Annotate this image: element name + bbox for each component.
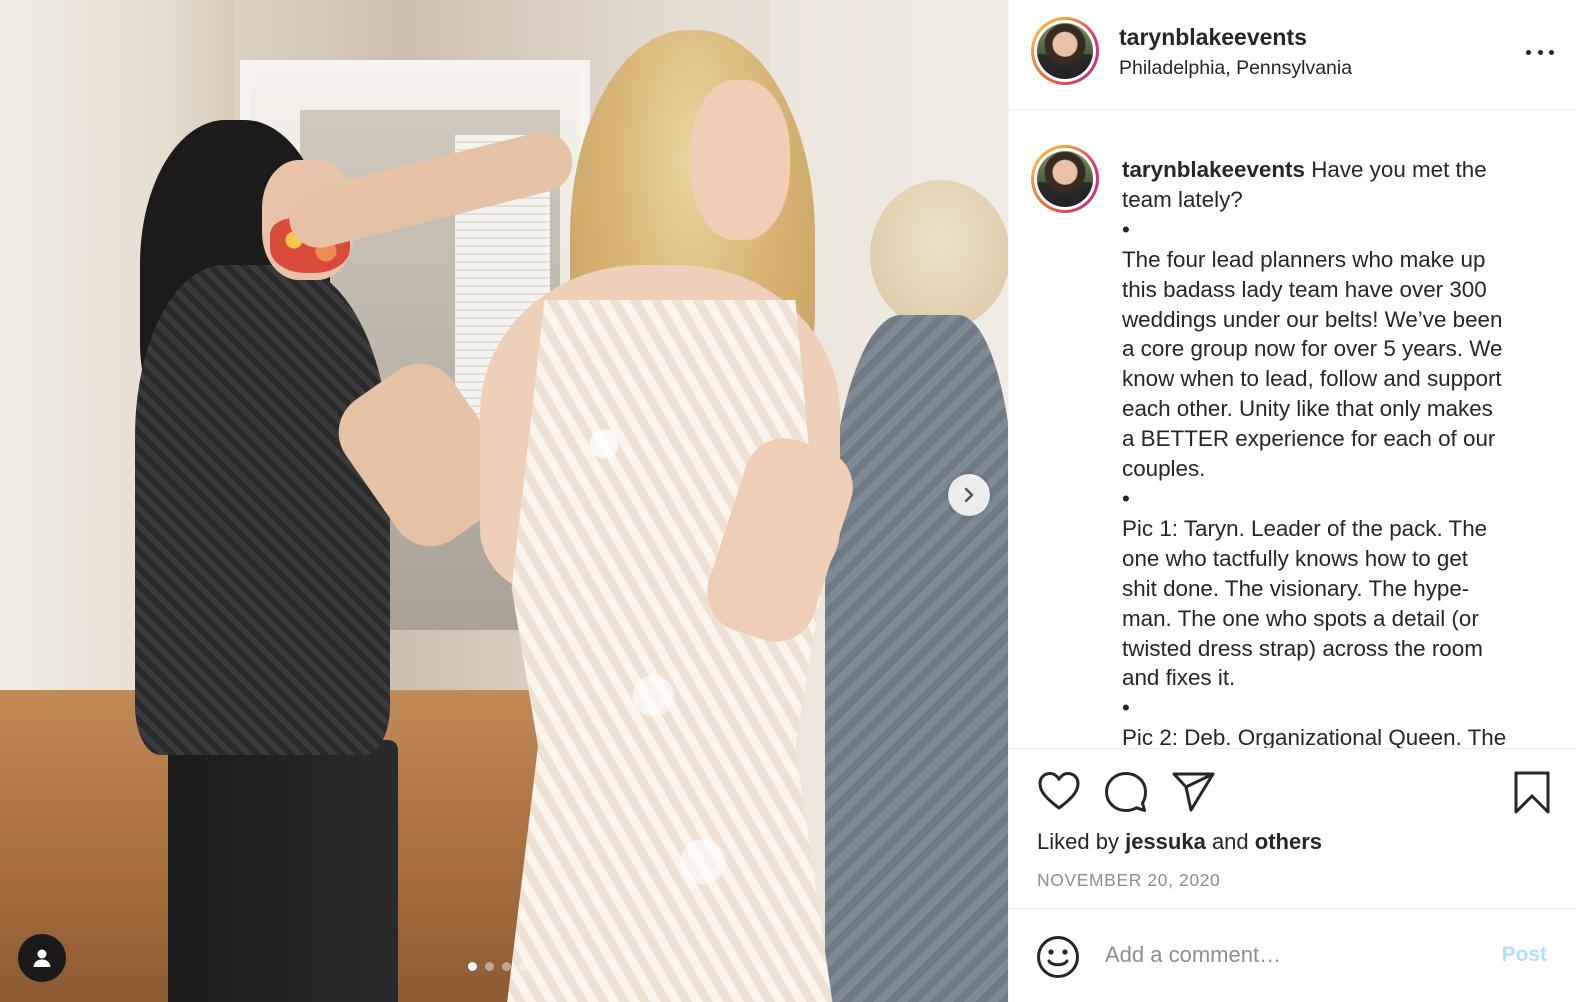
more-options-icon[interactable] [1526, 38, 1554, 66]
post-header: tarynblakeevents Philadelphia, Pennsylva… [1009, 0, 1576, 110]
likes-and: and [1211, 829, 1249, 854]
post-date[interactable]: NOVEMBER 20, 2020 [1037, 870, 1220, 891]
caption-line: Pic 1: Taryn. Leader of the pack. The [1122, 515, 1488, 541]
comment-form: Post [1009, 908, 1576, 1002]
smiley-icon [1037, 936, 1079, 978]
comment-icon [1105, 772, 1147, 812]
caption-line: man. The one who spots a detail (or [1122, 605, 1479, 631]
save-button[interactable] [1513, 771, 1551, 820]
caption-line: couples. [1122, 456, 1206, 482]
post-image[interactable] [0, 0, 1008, 1002]
comment-input[interactable] [1105, 937, 1475, 973]
caption-line: a BETTER experience for each of our [1122, 426, 1496, 452]
share-button[interactable] [1171, 771, 1217, 818]
caption-line: one who tactfully knows how to get [1122, 545, 1469, 571]
carousel-dot [502, 962, 511, 971]
caption-line: The four lead planners who make up [1122, 246, 1486, 272]
caption-line: • [1122, 485, 1130, 511]
bookmark-icon [1514, 771, 1550, 814]
header-avatar[interactable] [1031, 17, 1099, 85]
post-details-panel: tarynblakeevents Philadelphia, Pennsylva… [1008, 0, 1576, 1002]
caption-line: know when to lead, follow and support [1122, 366, 1502, 392]
liked-by-user-link[interactable]: jessuka [1125, 829, 1206, 854]
carousel-indicator [468, 962, 528, 971]
caption-line: • [1122, 216, 1130, 242]
caption-line: shit done. The visionary. The hype- [1122, 575, 1470, 601]
post-comment-button[interactable]: Post [1501, 943, 1547, 967]
photo-mother-hair [870, 180, 1008, 330]
heart-icon [1038, 772, 1080, 810]
carousel-dot [468, 962, 477, 971]
comment-button[interactable] [1104, 771, 1148, 818]
caption-line: team lately? [1122, 186, 1243, 212]
photo-bride-dress [505, 300, 835, 1002]
emoji-button[interactable] [1036, 935, 1080, 984]
caption-line: Pic 2: Deb. Organizational Queen. The [1122, 725, 1507, 748]
user-tag-icon [33, 949, 51, 967]
carousel-dot [519, 962, 528, 971]
chevron-right-icon [964, 487, 974, 503]
caption-line: Have you met the [1311, 157, 1487, 182]
caption-line: twisted dress strap) across the room [1122, 635, 1483, 661]
header-username[interactable]: tarynblakeevents [1119, 24, 1307, 51]
like-button[interactable] [1037, 771, 1081, 816]
tagged-users-button[interactable] [18, 934, 66, 982]
likes-prefix: Liked by [1037, 829, 1119, 854]
caption-avatar[interactable] [1031, 145, 1099, 213]
paper-plane-icon [1172, 772, 1215, 812]
header-location[interactable]: Philadelphia, Pennsylvania [1119, 57, 1352, 80]
avatar-image [1037, 151, 1093, 207]
photo-planner-pants [168, 740, 398, 1002]
caption-username[interactable]: tarynblakeevents [1122, 157, 1305, 182]
carousel-dot [485, 962, 494, 971]
post-actions: Liked by jessuka and others NOVEMBER 20,… [1009, 748, 1576, 908]
photo-planner-top [135, 265, 390, 755]
photo-bride-face [690, 80, 790, 240]
caption-line: weddings under our belts! We’ve been [1122, 306, 1503, 332]
caption-section: tarynblakeevents Have you met the team l… [1009, 111, 1576, 748]
caption-text: tarynblakeevents Have you met the team l… [1122, 155, 1562, 748]
carousel-next-button[interactable] [948, 474, 990, 516]
photo-mother-dress [825, 315, 1008, 1002]
liked-by-others-link[interactable]: others [1255, 829, 1322, 854]
caption-line: • [1122, 695, 1130, 721]
likes-summary: Liked by jessuka and others [1037, 829, 1322, 855]
caption-line: this badass lady team have over 300 [1122, 276, 1487, 302]
caption-line: and fixes it. [1122, 665, 1236, 691]
caption-line: a core group now for over 5 years. We [1122, 336, 1503, 362]
avatar-image [1037, 23, 1093, 79]
caption-line: each other. Unity like that only makes [1122, 396, 1493, 422]
